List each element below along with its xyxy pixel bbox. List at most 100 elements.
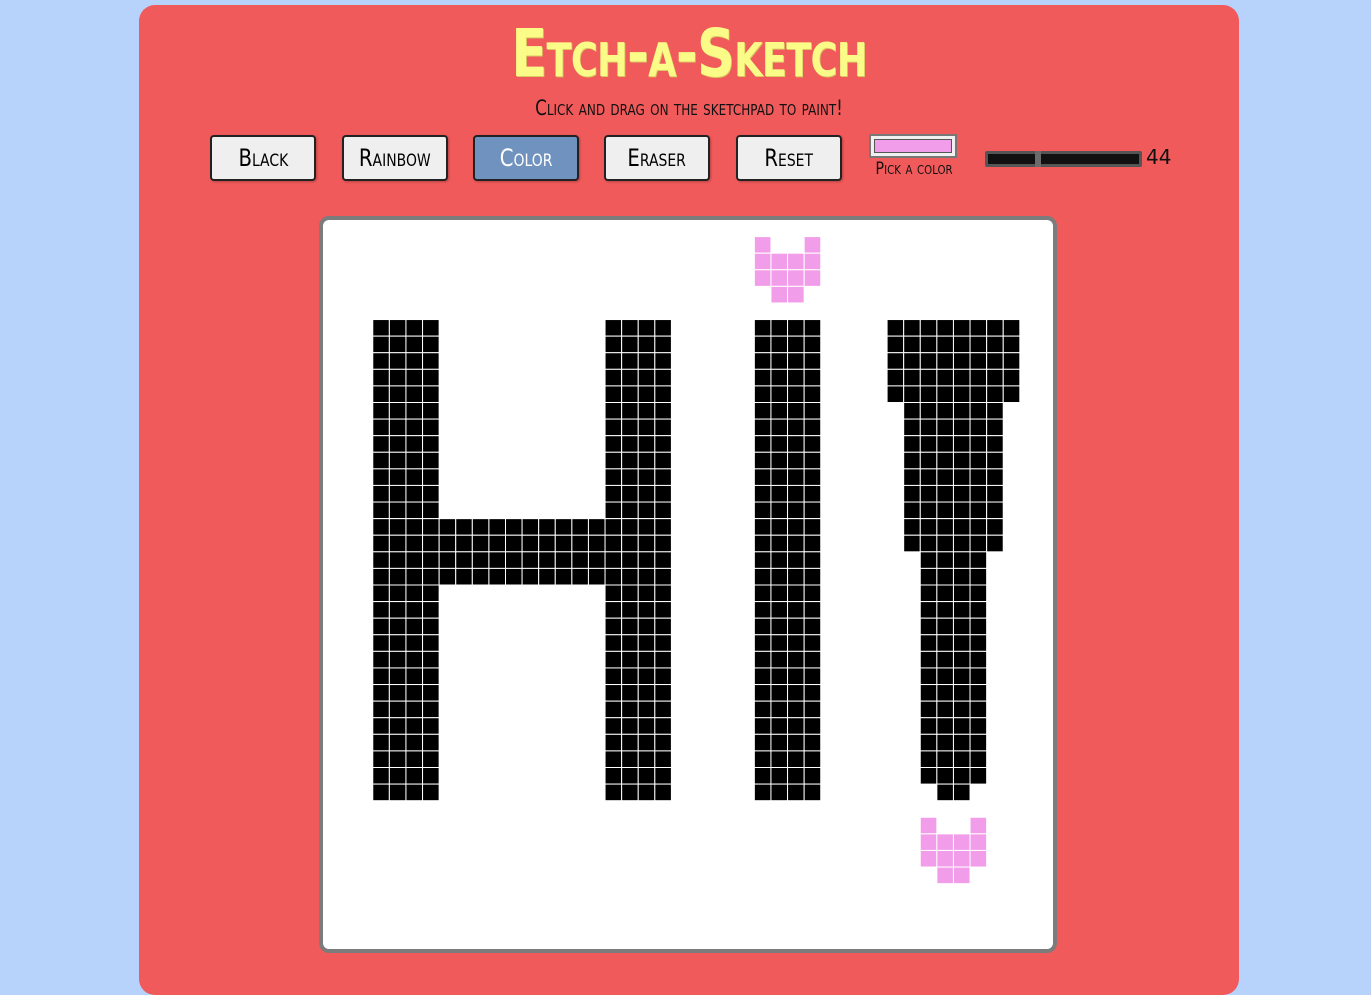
sketch-cell[interactable] xyxy=(405,750,424,768)
sketch-cell[interactable] xyxy=(803,634,822,652)
sketch-cell[interactable] xyxy=(787,335,805,354)
sketch-cell[interactable] xyxy=(372,402,390,420)
sketch-cell[interactable] xyxy=(654,551,672,569)
sketch-cell[interactable] xyxy=(372,750,390,768)
sketch-cell[interactable] xyxy=(986,319,1004,337)
sketch-cell[interactable] xyxy=(621,567,639,586)
sketch-cell[interactable] xyxy=(919,335,938,354)
sketch-cell[interactable] xyxy=(637,617,656,636)
sketch-cell[interactable] xyxy=(372,484,390,503)
sketch-cell[interactable] xyxy=(770,750,789,768)
sketch-cell[interactable] xyxy=(621,534,639,553)
sketch-cell[interactable] xyxy=(770,484,789,503)
sketch-cell[interactable] xyxy=(422,684,440,702)
sketch-cell[interactable] xyxy=(986,352,1004,370)
sketch-cell[interactable] xyxy=(388,534,407,553)
sketch-cell[interactable] xyxy=(388,733,407,752)
sketch-cell[interactable] xyxy=(621,684,639,702)
sketch-cell[interactable] xyxy=(969,534,988,553)
sketch-cell[interactable] xyxy=(604,650,623,669)
sketch-cell[interactable] xyxy=(372,601,390,619)
sketch-cell[interactable] xyxy=(388,584,407,603)
sketch-cell[interactable] xyxy=(936,700,954,719)
sketch-cell[interactable] xyxy=(422,501,440,520)
sketch-cell[interactable] xyxy=(753,368,772,387)
sketch-cell[interactable] xyxy=(787,650,805,669)
sketch-cell[interactable] xyxy=(372,667,390,686)
sketch-cell[interactable] xyxy=(372,650,390,669)
sketch-cell[interactable] xyxy=(637,501,656,520)
sketch-cell[interactable] xyxy=(952,368,971,387)
sketch-cell[interactable] xyxy=(604,335,623,354)
sketch-cell[interactable] xyxy=(787,551,805,569)
sketch-cell[interactable] xyxy=(621,634,639,652)
sketch-cell[interactable] xyxy=(604,451,623,470)
sketch-cell[interactable] xyxy=(488,567,507,586)
sketch-cell[interactable] xyxy=(604,584,623,603)
sketch-cell[interactable] xyxy=(654,717,672,735)
sketch-cell[interactable] xyxy=(405,667,424,686)
sketch-cell[interactable] xyxy=(372,368,390,387)
sketch-cell[interactable] xyxy=(952,385,971,404)
sketch-cell[interactable] xyxy=(753,684,772,702)
sketch-cell[interactable] xyxy=(372,733,390,752)
sketch-cell[interactable] xyxy=(637,584,656,603)
sketch-cell[interactable] xyxy=(803,667,822,686)
sketch-cell[interactable] xyxy=(388,335,407,354)
sketch-cell[interactable] xyxy=(405,435,424,453)
sketch-cell[interactable] xyxy=(787,567,805,586)
sketch-cell[interactable] xyxy=(803,534,822,553)
sketch-cell[interactable] xyxy=(654,352,672,370)
sketch-cell[interactable] xyxy=(637,451,656,470)
sketch-cell[interactable] xyxy=(422,717,440,735)
sketch-cell[interactable] xyxy=(654,634,672,652)
sketch-cell[interactable] xyxy=(422,667,440,686)
sketch-cell[interactable] xyxy=(372,468,390,486)
sketch-cell[interactable] xyxy=(936,468,954,486)
sketch-cell[interactable] xyxy=(604,368,623,387)
sketch-cell[interactable] xyxy=(604,601,623,619)
sketch-cell[interactable] xyxy=(969,319,988,337)
sketch-cell[interactable] xyxy=(753,733,772,752)
sketch-cell[interactable] xyxy=(621,468,639,486)
sketch-cell[interactable] xyxy=(372,319,390,337)
sketch-cell[interactable] xyxy=(621,352,639,370)
sketch-cell[interactable] xyxy=(1002,368,1021,387)
sketch-cell[interactable] xyxy=(787,717,805,735)
sketch-cell[interactable] xyxy=(803,484,822,503)
sketch-cell[interactable] xyxy=(787,634,805,652)
sketch-cell[interactable] xyxy=(1002,335,1021,354)
sketch-cell[interactable] xyxy=(753,700,772,719)
sketch-cell[interactable] xyxy=(422,733,440,752)
sketch-cell[interactable] xyxy=(770,418,789,437)
sketch-cell[interactable] xyxy=(969,700,988,719)
sketch-cell[interactable] xyxy=(388,484,407,503)
sketch-cell[interactable] xyxy=(753,534,772,553)
sketch-cell[interactable] xyxy=(405,684,424,702)
sketch-cell[interactable] xyxy=(936,484,954,503)
sketch-cell[interactable] xyxy=(903,451,921,470)
sketch-cell[interactable] xyxy=(952,551,971,569)
sketch-cell[interactable] xyxy=(422,767,440,785)
sketch-cell[interactable] xyxy=(936,849,954,868)
sketch-cell[interactable] xyxy=(422,468,440,486)
sketch-cell[interactable] xyxy=(621,733,639,752)
sketch-cell[interactable] xyxy=(803,368,822,387)
sketch-cell[interactable] xyxy=(521,534,540,553)
sketch-cell[interactable] xyxy=(654,733,672,752)
sketch-cell[interactable] xyxy=(969,435,988,453)
sketch-cell[interactable] xyxy=(803,501,822,520)
sketch-cell[interactable] xyxy=(538,534,556,553)
sketch-cell[interactable] xyxy=(952,733,971,752)
sketch-cell[interactable] xyxy=(405,451,424,470)
sketch-cell[interactable] xyxy=(787,368,805,387)
sketch-cell[interactable] xyxy=(936,567,954,586)
sketch-cell[interactable] xyxy=(986,484,1004,503)
sketch-cell[interactable] xyxy=(936,352,954,370)
sketch-cell[interactable] xyxy=(637,684,656,702)
sketch-cell[interactable] xyxy=(787,700,805,719)
eraser-button[interactable]: Eraser xyxy=(604,135,710,181)
sketch-cell[interactable] xyxy=(388,783,407,802)
sketch-cell[interactable] xyxy=(388,501,407,520)
sketch-cell[interactable] xyxy=(936,750,954,768)
